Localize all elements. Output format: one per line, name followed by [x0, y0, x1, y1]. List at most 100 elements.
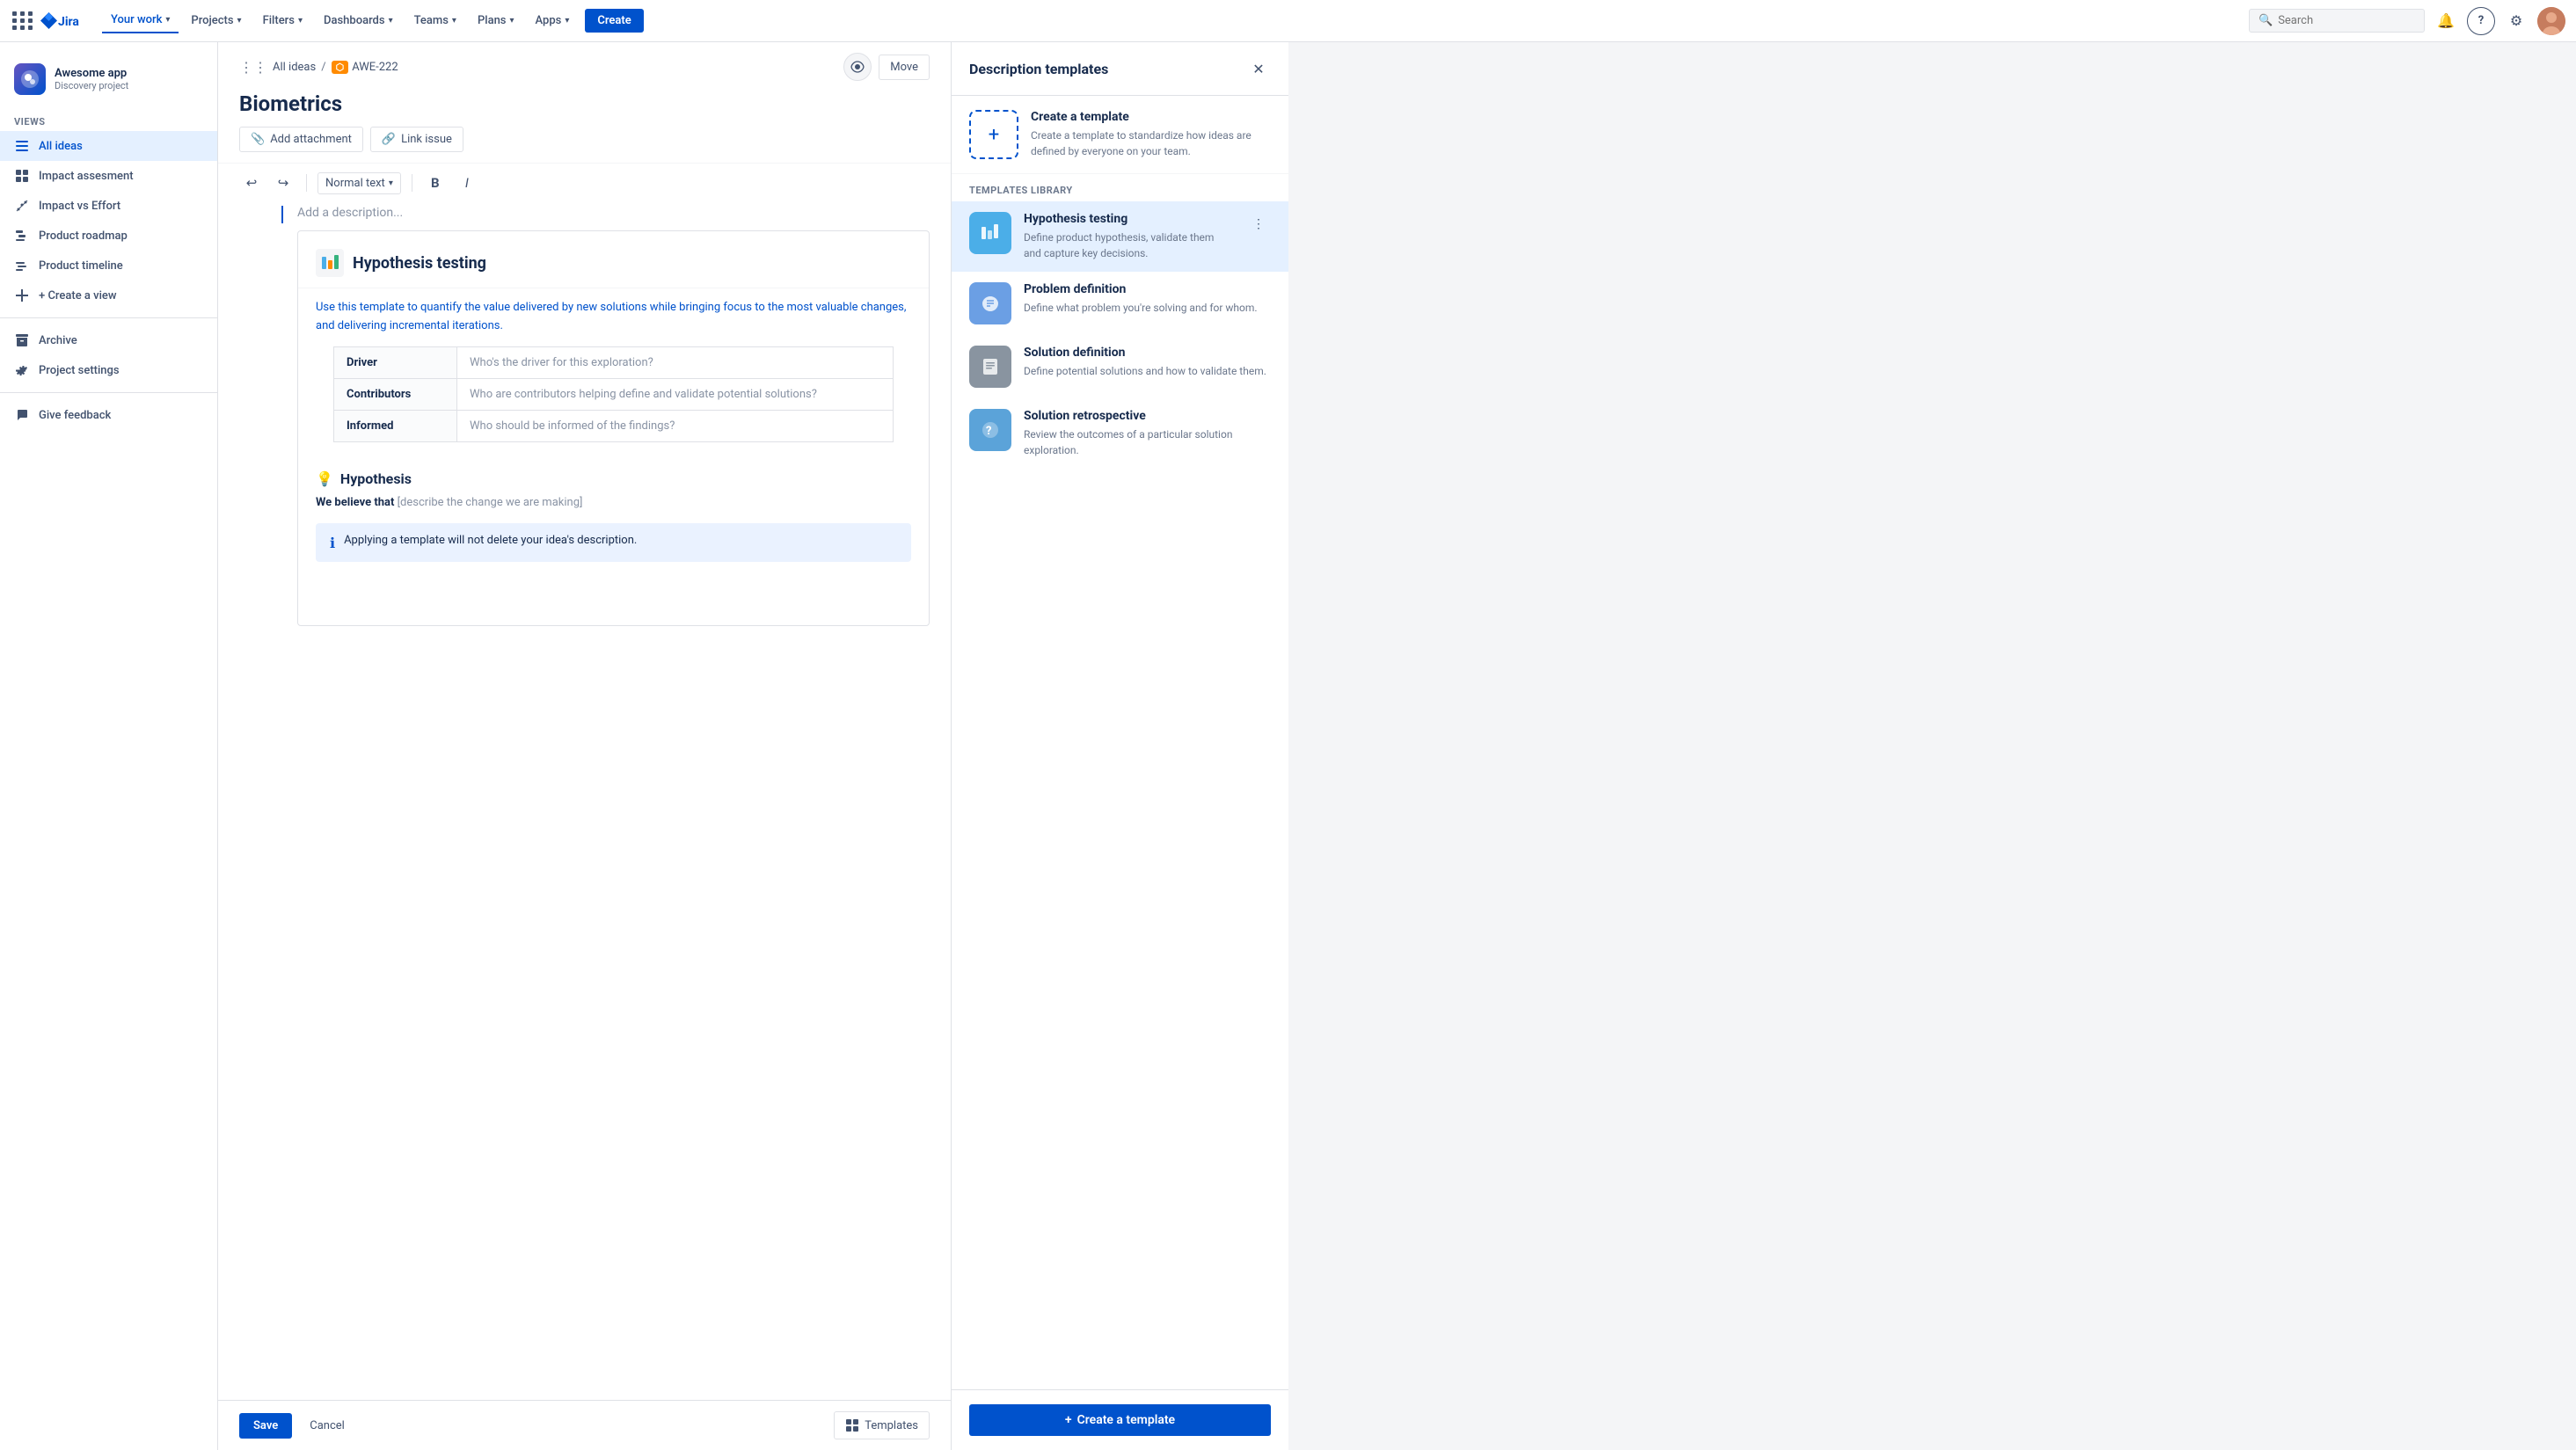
table-row: Contributors Who are contributors helpin…	[334, 378, 894, 410]
link-issue-button[interactable]: 🔗 Link issue	[370, 127, 463, 152]
library-label: TEMPLATES LIBRARY	[952, 174, 1288, 201]
template-list-item-problem[interactable]: Problem definition Define what problem y…	[952, 272, 1288, 335]
solution-def-template-title: Solution definition	[1024, 346, 1271, 360]
table-cell-label: Driver	[334, 346, 457, 378]
move-button[interactable]: Move	[879, 55, 930, 80]
template-description: Use this template to quantify the value …	[298, 288, 929, 346]
save-button[interactable]: Save	[239, 1413, 292, 1439]
feedback-icon	[14, 407, 30, 423]
top-navigation: Jira Your work ▾ Projects ▾ Filters ▾ Da…	[0, 0, 2576, 42]
templates-button[interactable]: Templates	[834, 1411, 930, 1439]
create-template-desc: Create a template to standardize how ide…	[1031, 128, 1271, 159]
text-style-dropdown[interactable]: Normal text ▾	[317, 172, 401, 194]
nav-apps[interactable]: Apps ▾	[527, 9, 579, 33]
template-preview: Hypothesis testing Use this template to …	[297, 230, 930, 626]
breadcrumb-issue-id[interactable]: AWE-222	[352, 61, 398, 74]
issue-title: Biometrics	[218, 81, 951, 127]
panel-header: Description templates ✕	[952, 42, 1288, 96]
jira-logo[interactable]: Jira	[39, 11, 91, 32]
create-template-card[interactable]: + Create a template Create a template to…	[952, 96, 1288, 174]
svg-text:Jira: Jira	[58, 15, 79, 29]
search-box[interactable]: 🔍	[2249, 9, 2425, 33]
main-content: ⋮⋮ All ideas / ⬡ AWE-222 Move Biometrics…	[218, 42, 951, 1450]
nav-dashboards[interactable]: Dashboards ▾	[315, 9, 402, 33]
editor-toolbar: ↩ ↪ Normal text ▾ B I	[218, 163, 951, 202]
table-cell-value: Who should be informed of the findings?	[457, 410, 894, 441]
sidebar-item-create-view[interactable]: + Create a view	[0, 281, 217, 310]
undo-button[interactable]: ↩	[239, 171, 264, 195]
template-list-item-hypothesis[interactable]: Hypothesis testing Define product hypoth…	[952, 201, 1288, 272]
attachment-icon: 📎	[251, 133, 265, 146]
create-template-icon: +	[969, 110, 1018, 159]
hypothesis-more-button[interactable]: ⋮	[1246, 212, 1271, 237]
sidebar-item-product-timeline[interactable]: Product timeline	[0, 251, 217, 281]
sidebar-item-give-feedback[interactable]: Give feedback	[0, 400, 217, 430]
panel-create-button[interactable]: + Create a template	[969, 1404, 1271, 1436]
project-header[interactable]: Awesome app Discovery project	[0, 56, 217, 109]
sidebar-item-archive[interactable]: Archive	[0, 325, 217, 355]
template-list-item-solution-def[interactable]: Solution definition Define potential sol…	[952, 335, 1288, 398]
italic-button[interactable]: I	[455, 171, 479, 195]
add-attachment-button[interactable]: 📎 Add attachment	[239, 127, 363, 152]
sidebar-label-create-view: + Create a view	[39, 289, 117, 302]
nav-filters[interactable]: Filters ▾	[254, 9, 311, 33]
table-cell-value: Who's the driver for this exploration?	[457, 346, 894, 378]
sidebar-label-archive: Archive	[39, 334, 77, 347]
table-icon	[14, 168, 30, 184]
create-button[interactable]: Create	[585, 9, 643, 33]
sidebar-item-project-settings[interactable]: Project settings	[0, 355, 217, 385]
project-name: Awesome app	[55, 67, 203, 80]
sidebar-label-project-settings: Project settings	[39, 364, 120, 377]
apps-grid-icon[interactable]	[11, 9, 35, 33]
nav-your-work[interactable]: Your work ▾	[102, 8, 179, 33]
chart-scatter-icon	[14, 198, 30, 214]
solution-retro-template-info: Solution retrospective Review the outcom…	[1024, 409, 1271, 458]
watch-button[interactable]	[843, 53, 872, 81]
sidebar-item-impact-assessment[interactable]: Impact assesment	[0, 161, 217, 191]
create-template-info: Create a template Create a template to s…	[1031, 110, 1271, 159]
settings-gear-icon	[14, 362, 30, 378]
archive-icon	[14, 332, 30, 348]
hypothesis-template-info: Hypothesis testing Define product hypoth…	[1024, 212, 1234, 261]
project-info: Awesome app Discovery project	[55, 67, 203, 91]
nav-plans[interactable]: Plans ▾	[469, 9, 523, 33]
table-row: Driver Who's the driver for this explora…	[334, 346, 894, 378]
redo-button[interactable]: ↪	[271, 171, 296, 195]
cancel-button[interactable]: Cancel	[299, 1413, 355, 1439]
project-icon	[14, 63, 46, 95]
right-panel: Description templates ✕ + Create a templ…	[951, 42, 1288, 1450]
chevron-down-icon: ▾	[165, 15, 170, 25]
breadcrumb: ⋮⋮ All ideas / ⬡ AWE-222 Move	[218, 42, 951, 81]
hypothesis-title: 💡 Hypothesis	[316, 470, 911, 487]
action-bar: Save Cancel Templates	[218, 1400, 951, 1450]
settings-icon[interactable]: ⚙	[2502, 7, 2530, 35]
sidebar-item-impact-effort[interactable]: Impact vs Effort	[0, 191, 217, 221]
solution-def-template-icon	[969, 346, 1011, 388]
panel-footer: + Create a template	[952, 1389, 1288, 1450]
user-avatar[interactable]	[2537, 7, 2565, 35]
plus-icon: +	[1065, 1413, 1072, 1427]
sidebar-item-all-ideas[interactable]: All ideas	[0, 131, 217, 161]
sidebar-item-product-roadmap[interactable]: Product roadmap	[0, 221, 217, 251]
table-cell-value: Who are contributors helping define and …	[457, 378, 894, 410]
solution-def-template-desc: Define potential solutions and how to va…	[1024, 363, 1271, 379]
views-label: VIEWS	[0, 109, 217, 131]
table-row: Informed Who should be informed of the f…	[334, 410, 894, 441]
description-placeholder[interactable]: Add a description...	[297, 202, 930, 220]
nav-teams[interactable]: Teams ▾	[405, 9, 465, 33]
template-hypothesis: 💡 Hypothesis We believe that [describe t…	[298, 456, 929, 523]
panel-close-button[interactable]: ✕	[1246, 56, 1271, 81]
notifications-icon[interactable]: 🔔	[2432, 7, 2460, 35]
project-type: Discovery project	[55, 80, 203, 91]
search-input[interactable]	[2278, 14, 2401, 27]
template-header: Hypothesis testing	[298, 231, 929, 288]
editor-area: Add a description... Hypothesis testing …	[218, 202, 951, 1400]
bold-button[interactable]: B	[423, 171, 448, 195]
help-icon[interactable]: ?	[2467, 7, 2495, 35]
sidebar-label-product-timeline: Product timeline	[39, 259, 123, 273]
template-list-item-solution-retro[interactable]: ? Solution retrospective Review the outc…	[952, 398, 1288, 469]
editor-left	[239, 202, 283, 1400]
table-cell-label: Contributors	[334, 378, 457, 410]
breadcrumb-all-ideas[interactable]: All ideas	[273, 61, 316, 74]
nav-projects[interactable]: Projects ▾	[182, 9, 250, 33]
